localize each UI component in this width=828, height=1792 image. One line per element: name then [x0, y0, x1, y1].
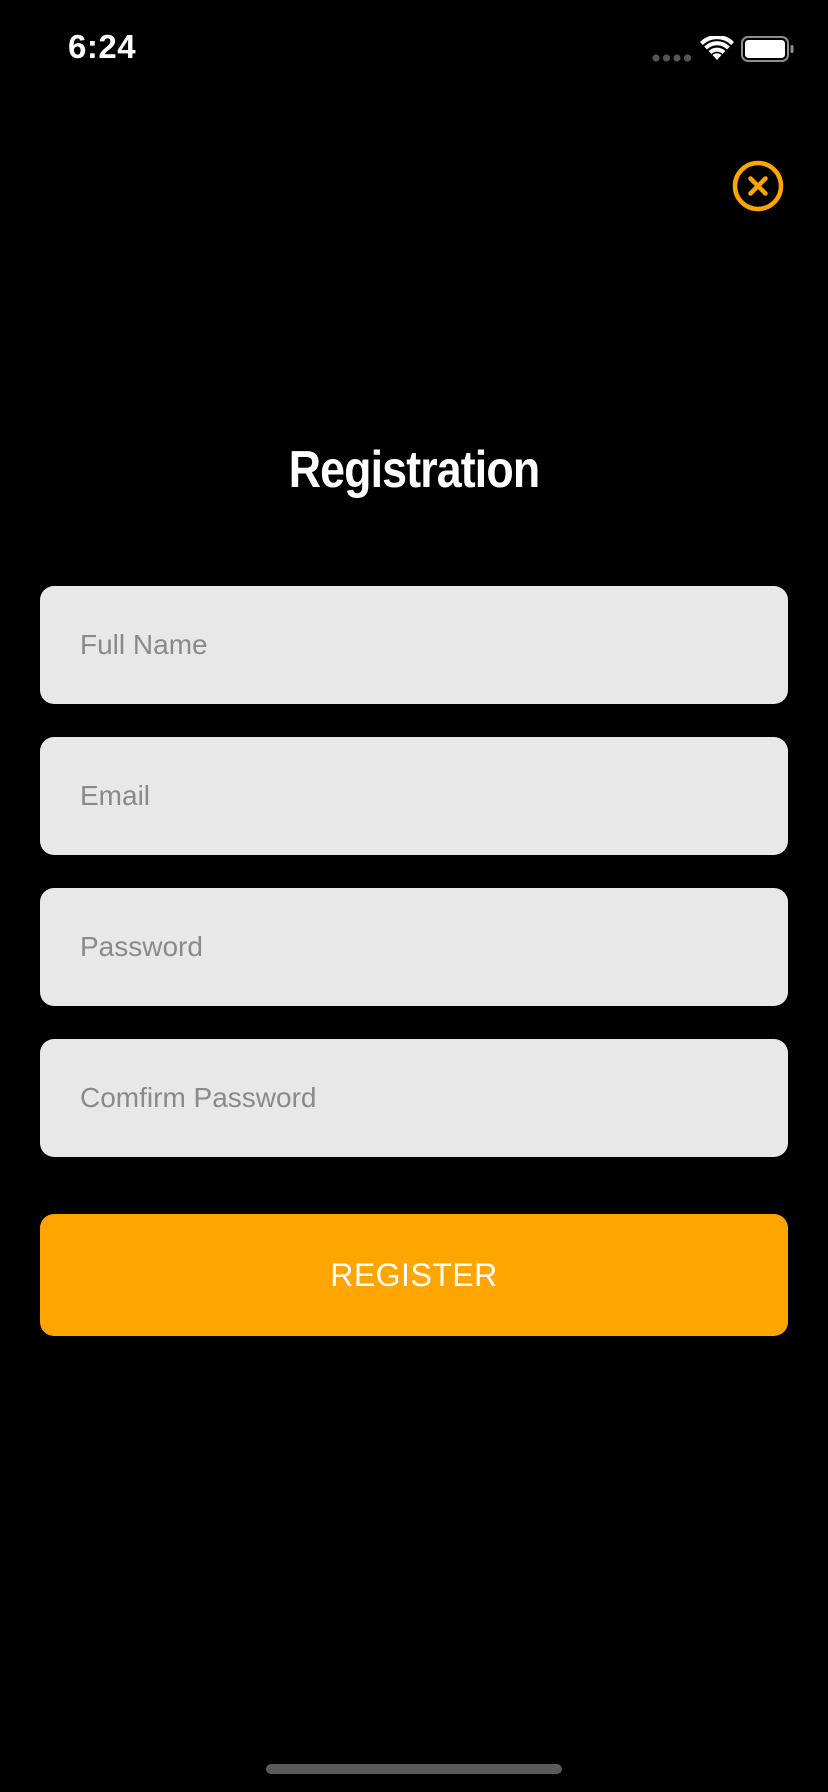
- password-input[interactable]: [40, 888, 788, 1006]
- cellular-signal-icon: [652, 54, 692, 62]
- close-circle-icon: [732, 160, 784, 212]
- page-title: Registration: [288, 441, 540, 499]
- confirm-password-input[interactable]: [40, 1039, 788, 1157]
- close-button[interactable]: [731, 159, 785, 213]
- full-name-field-container: [40, 586, 788, 704]
- status-bar: 6:24: [0, 0, 828, 100]
- wifi-icon: [700, 36, 734, 60]
- email-input[interactable]: [40, 737, 788, 855]
- full-name-input[interactable]: [40, 586, 788, 704]
- home-indicator: [266, 1764, 562, 1774]
- register-button[interactable]: REGISTER: [40, 1214, 788, 1336]
- status-time: 6:24: [68, 28, 137, 65]
- password-field-container: [40, 888, 788, 1006]
- email-field-container: [40, 737, 788, 855]
- battery-icon: [741, 36, 794, 62]
- confirm-password-field-container: [40, 1039, 788, 1157]
